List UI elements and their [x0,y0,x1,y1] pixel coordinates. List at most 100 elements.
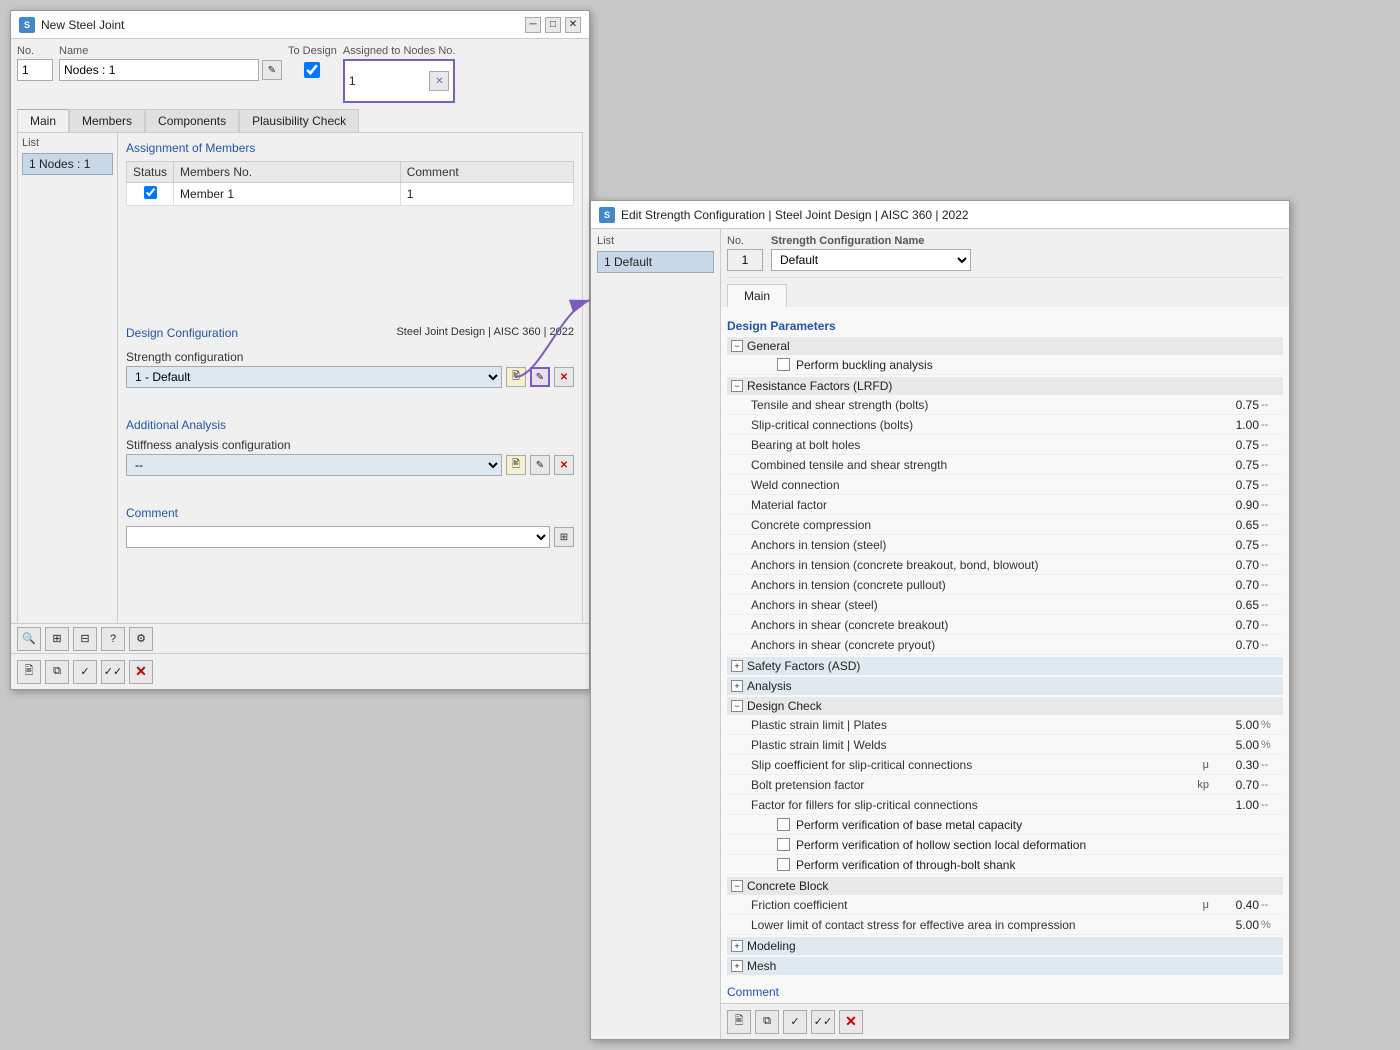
maximize-button[interactable]: □ [545,17,561,33]
config-list-item-1[interactable]: 1 Default [597,251,714,273]
no-label: No. [17,45,53,57]
dc-sym-2: μ [1179,759,1209,771]
tab-plausibility[interactable]: Plausibility Check [239,109,359,132]
concrete-expand[interactable]: − [731,880,743,892]
modeling-expand[interactable]: + [731,940,743,952]
main-tabs: Main Members Components Plausibility Che… [17,109,583,132]
buckling-checkbox[interactable] [777,358,790,371]
rf-name-4: Weld connection [751,478,1209,492]
toolbar-new-btn[interactable]: 🖹 [17,660,41,684]
strength-new-btn[interactable]: 🖹 [506,367,526,387]
comment-expand-btn[interactable]: ⊞ [554,527,574,547]
mesh-header[interactable]: + Mesh [727,957,1283,975]
to-design-checkbox[interactable] [304,62,320,78]
design-check-header[interactable]: − Design Check [727,697,1283,715]
close-button[interactable]: ✕ [565,17,581,33]
concrete-header[interactable]: − Concrete Block [727,877,1283,895]
cb-val-1: 5.00 [1209,918,1259,932]
buckling-row: Perform buckling analysis [727,355,1283,375]
list-item-1[interactable]: 1 Nodes : 1 [22,153,113,175]
stiffness-delete-btn[interactable]: ✕ [554,455,574,475]
dc-name-3: Bolt pretension factor [751,778,1179,792]
strength-select[interactable]: 1 - Default [126,366,502,388]
rf-val-7: 0.75 [1209,538,1259,552]
rf-unit-4: -- [1259,479,1279,491]
config-no-input[interactable] [727,249,763,271]
safety-header[interactable]: + Safety Factors (ASD) [727,657,1283,675]
rf-val-11: 0.70 [1209,618,1259,632]
sub-icon-1[interactable]: 🔍 [17,627,41,651]
mesh-expand[interactable]: + [731,960,743,972]
toolbar-delete-btn[interactable]: ✕ [129,660,153,684]
general-group: − General Perform buckling analysis [727,337,1283,375]
sub-icon-4[interactable]: ? [101,627,125,651]
resistance-expand[interactable]: − [731,380,743,392]
toolbar-copy-btn[interactable]: ⧉ [45,660,69,684]
rf-name-3: Combined tensile and shear strength [751,458,1209,472]
stiffness-edit-btn[interactable]: ✎ [530,455,550,475]
rf-name-11: Anchors in shear (concrete breakout) [751,618,1209,632]
no-input[interactable] [17,59,53,81]
rf-name-6: Concrete compression [751,518,1209,532]
config-no-label: No. [727,235,763,247]
modeling-header[interactable]: + Modeling [727,937,1283,955]
dc-checkbox-6[interactable] [777,838,790,851]
dc-val-2: 0.30 [1209,758,1259,772]
rf-unit-7: -- [1259,539,1279,551]
modeling-label: Modeling [747,939,796,953]
title-bar-controls: ─ □ ✕ [525,17,581,33]
safety-expand[interactable]: + [731,660,743,672]
comment-select[interactable] [126,526,550,548]
tab-members[interactable]: Members [69,109,145,132]
rf-name-5: Material factor [751,498,1209,512]
tab-components[interactable]: Components [145,109,239,132]
dc-checkbox-7[interactable] [777,858,790,871]
config-toolbar-copy[interactable]: ⧉ [755,1010,779,1034]
analysis-header[interactable]: + Analysis [727,677,1283,695]
general-expand[interactable]: − [731,340,743,352]
list-label: List [22,137,113,149]
assigned-edit-button[interactable]: ✕ [429,71,449,91]
stiffness-select[interactable]: -- [126,454,502,476]
minimize-button[interactable]: ─ [525,17,541,33]
config-tabs: Main [727,284,1283,307]
name-input[interactable] [59,59,259,81]
new-steel-joint-window: S New Steel Joint ─ □ ✕ No. Name ✎ To [10,10,590,690]
config-toolbar-check2[interactable]: ✓✓ [811,1010,835,1034]
stiffness-new-btn[interactable]: 🖹 [506,455,526,475]
tab-main[interactable]: Main [17,109,69,132]
rf-name-12: Anchors in shear (concrete pryout) [751,638,1209,652]
dc-chk-7: Perform verification of through-bolt sha… [727,855,1283,875]
name-edit-button[interactable]: ✎ [262,60,282,80]
row-status-check[interactable] [127,183,174,206]
config-toolbar-delete[interactable]: ✕ [839,1010,863,1034]
resistance-header[interactable]: − Resistance Factors (LRFD) [727,377,1283,395]
rf-val-8: 0.70 [1209,558,1259,572]
toolbar-check2-btn[interactable]: ✓✓ [101,660,125,684]
sub-icon-3[interactable]: ⊟ [73,627,97,651]
sub-icon-5[interactable]: ⚙ [129,627,153,651]
config-content: No. Strength Configuration Name Default … [721,229,1289,1039]
config-window: S Edit Strength Configuration | Steel Jo… [590,200,1290,1040]
config-tab-main[interactable]: Main [727,284,787,307]
config-name-select[interactable]: Default [771,249,971,271]
rf-row-9: Anchors in tension (concrete pullout) 0.… [727,575,1283,595]
rf-unit-1: -- [1259,419,1279,431]
strength-delete-btn[interactable]: ✕ [554,367,574,387]
rf-row-6: Concrete compression 0.65 -- [727,515,1283,535]
cb-name-1: Lower limit of contact stress for effect… [751,918,1209,932]
design-config-header: Design Configuration Steel Joint Design … [126,326,574,346]
general-header[interactable]: − General [727,337,1283,355]
table-row: Member 1 1 [127,183,574,206]
sub-icon-2[interactable]: ⊞ [45,627,69,651]
config-toolbar-check[interactable]: ✓ [783,1010,807,1034]
analysis-expand[interactable]: + [731,680,743,692]
config-toolbar-new[interactable]: 🖹 [727,1010,751,1034]
design-check-expand[interactable]: − [731,700,743,712]
name-field-group: Name ✎ [59,45,282,81]
buckling-label: Perform buckling analysis [796,358,933,372]
dc-chk-6: Perform verification of hollow section l… [727,835,1283,855]
dc-checkbox-5[interactable] [777,818,790,831]
toolbar-check-btn[interactable]: ✓ [73,660,97,684]
strength-edit-btn[interactable]: ✎ [530,367,550,387]
